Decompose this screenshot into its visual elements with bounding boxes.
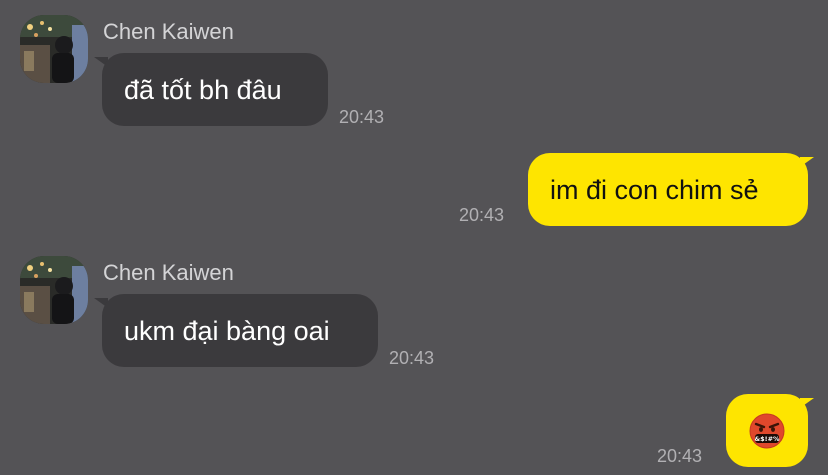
message-text: đã tốt bh đâu bbox=[124, 74, 282, 105]
message-timestamp: 20:43 bbox=[339, 107, 385, 127]
profile-photo-icon bbox=[20, 256, 88, 324]
bubble-tail bbox=[800, 157, 814, 167]
message-bubble-incoming[interactable]: đã tốt bh đâu bbox=[102, 53, 328, 126]
bubble-tail bbox=[800, 398, 814, 408]
message-timestamp: 20:43 bbox=[657, 446, 703, 466]
message-timestamp: 20:43 bbox=[459, 205, 505, 225]
message-text: im đi con chim sẻ bbox=[550, 174, 759, 205]
message-text: ukm đại bàng oai bbox=[124, 315, 330, 346]
message-bubble-outgoing[interactable]: &$!#% bbox=[726, 394, 808, 467]
profile-photo-icon bbox=[20, 15, 88, 83]
chat-thread: Chen Kaiwen đã tốt bh đâu 20:43 im đi co… bbox=[0, 0, 828, 475]
message-bubble-outgoing[interactable]: im đi con chim sẻ bbox=[528, 153, 808, 226]
sender-avatar[interactable] bbox=[20, 256, 88, 324]
sender-name: Chen Kaiwen bbox=[103, 260, 234, 285]
message-timestamp: 20:43 bbox=[389, 348, 435, 368]
sender-name: Chen Kaiwen bbox=[103, 19, 234, 44]
message-bubble-incoming[interactable]: ukm đại bàng oai bbox=[102, 294, 378, 367]
sender-avatar[interactable] bbox=[20, 15, 88, 83]
svg-text:&$!#%: &$!#% bbox=[754, 435, 780, 443]
face-with-symbols-on-mouth-icon: &$!#% bbox=[749, 413, 785, 448]
